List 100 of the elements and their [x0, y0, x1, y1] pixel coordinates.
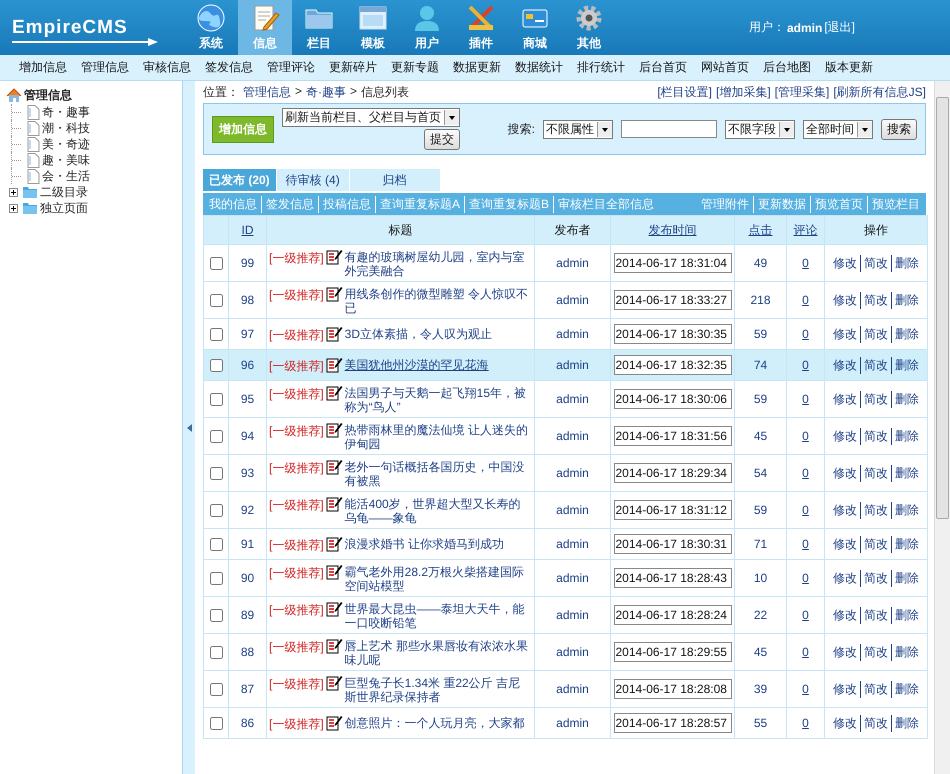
edit-document-icon[interactable]: [326, 285, 343, 302]
comments-link[interactable]: 0: [802, 571, 809, 585]
row-action-link[interactable]: 简改: [860, 464, 891, 482]
row-checkbox[interactable]: [210, 646, 223, 658]
row-action-link[interactable]: 删除: [891, 714, 922, 732]
nav-link[interactable]: 后台首页: [632, 59, 694, 76]
attribute-select[interactable]: 不限属性: [543, 120, 613, 138]
menu-tab[interactable]: 用户: [400, 0, 454, 55]
menu-tab[interactable]: 商城: [508, 0, 562, 55]
article-title-link[interactable]: 用线条创作的微型雕塑 令人惊叹不已: [344, 285, 532, 315]
comments-link[interactable]: 0: [802, 682, 809, 696]
edit-document-icon[interactable]: [326, 458, 343, 475]
row-action-link[interactable]: 删除: [891, 464, 922, 482]
comments-link[interactable]: 0: [802, 392, 809, 406]
comments-link[interactable]: 0: [802, 256, 809, 270]
edit-document-icon[interactable]: [326, 356, 343, 372]
edit-document-icon[interactable]: [326, 248, 343, 265]
row-action-link[interactable]: 删除: [891, 292, 922, 308]
nav-link[interactable]: 版本更新: [818, 59, 880, 76]
article-title-link[interactable]: 热带雨林里的魔法仙境 让人迷失的伊甸园: [344, 421, 532, 451]
row-checkbox[interactable]: [210, 466, 223, 480]
row-action-link[interactable]: 修改: [830, 502, 860, 518]
edit-document-icon[interactable]: [326, 421, 343, 438]
row-action-link[interactable]: 删除: [891, 502, 922, 518]
tree-item[interactable]: 美・奇迹: [42, 136, 90, 152]
comments-link[interactable]: 0: [802, 503, 809, 517]
row-action-link[interactable]: 简改: [860, 570, 891, 586]
scrollbar[interactable]: [934, 81, 950, 774]
edit-document-icon[interactable]: [326, 600, 343, 617]
row-action-link[interactable]: 简改: [860, 428, 891, 444]
menu-tab[interactable]: 栏目: [292, 0, 346, 55]
tree-item[interactable]: 二级目录: [40, 184, 88, 200]
edit-document-icon[interactable]: [326, 637, 343, 654]
edit-document-icon[interactable]: [326, 534, 343, 552]
tree-item[interactable]: 趣・美味: [42, 152, 90, 168]
nav-link[interactable]: 管理信息: [74, 59, 136, 76]
menu-tab[interactable]: 其他: [562, 0, 616, 55]
time-field[interactable]: 2014-06-17 18:28:24: [614, 605, 732, 625]
row-checkbox[interactable]: [210, 358, 223, 372]
row-action-link[interactable]: 简改: [860, 644, 891, 660]
breadcrumb-link[interactable]: 管理信息: [243, 84, 291, 100]
time-field[interactable]: 2014-06-17 18:28:08: [614, 679, 732, 699]
nav-link[interactable]: 排行统计: [570, 59, 632, 76]
row-action-link[interactable]: 删除: [891, 536, 922, 552]
row-action-link[interactable]: 修改: [830, 356, 860, 374]
nav-link[interactable]: 更新碎片: [322, 59, 384, 76]
submit-button[interactable]: 提交: [424, 129, 460, 150]
comments-link[interactable]: 0: [802, 466, 809, 480]
row-checkbox[interactable]: [210, 716, 223, 730]
time-field[interactable]: 2014-06-17 18:32:35: [614, 355, 732, 375]
row-action-link[interactable]: 修改: [830, 606, 860, 624]
row-action-link[interactable]: 删除: [891, 644, 922, 660]
comments-link[interactable]: 0: [802, 608, 809, 622]
quick-link[interactable]: [刷新所有信息JS]: [833, 84, 926, 100]
breadcrumb-link[interactable]: 奇·趣事: [306, 84, 346, 100]
row-action-link[interactable]: 简改: [860, 502, 891, 518]
article-title-link[interactable]: 有趣的玻璃树屋幼儿园，室内与室外完美融合: [344, 248, 532, 278]
edit-document-icon[interactable]: [326, 563, 343, 580]
row-action-link[interactable]: 修改: [830, 254, 860, 272]
row-action-link[interactable]: 删除: [891, 606, 922, 624]
time-field[interactable]: 2014-06-17 18:33:27: [614, 290, 732, 310]
edit-document-icon[interactable]: [326, 324, 343, 342]
row-checkbox[interactable]: [210, 608, 223, 622]
comments-link[interactable]: 0: [802, 537, 809, 551]
row-action-link[interactable]: 简改: [860, 326, 891, 342]
expand-icon[interactable]: [8, 188, 18, 196]
field-select[interactable]: 不限字段: [725, 120, 795, 138]
row-action-link[interactable]: 简改: [860, 536, 891, 552]
row-checkbox[interactable]: [210, 294, 223, 306]
column-sort-link[interactable]: ID: [242, 223, 254, 237]
row-action-link[interactable]: 修改: [830, 644, 860, 660]
time-field[interactable]: 2014-06-17 18:28:57: [614, 713, 732, 733]
article-title-link[interactable]: 能活400岁，世界超大型又长寿的乌龟——象龟: [344, 495, 532, 525]
logout-link[interactable]: [退出]: [824, 19, 855, 36]
row-action-link[interactable]: 删除: [891, 356, 922, 374]
tree-item[interactable]: 潮・科技: [42, 120, 90, 136]
time-field[interactable]: 2014-06-17 18:31:56: [614, 426, 732, 446]
tree-item[interactable]: 奇・趣事: [42, 104, 90, 120]
row-action-link[interactable]: 修改: [830, 714, 860, 732]
row-action-link[interactable]: 修改: [830, 464, 860, 482]
row-action-link[interactable]: 删除: [891, 390, 922, 408]
comments-link[interactable]: 0: [802, 716, 809, 730]
edit-document-icon[interactable]: [326, 495, 343, 512]
row-checkbox[interactable]: [210, 430, 223, 442]
nav-link[interactable]: 签发信息: [198, 59, 260, 76]
nav-link[interactable]: 更新专题: [384, 59, 446, 76]
comments-link[interactable]: 0: [802, 645, 809, 659]
row-action-link[interactable]: 修改: [830, 390, 860, 408]
time-field[interactable]: 2014-06-17 18:30:06: [614, 389, 732, 409]
menu-tab[interactable]: 插件: [454, 0, 508, 55]
row-action-link[interactable]: 删除: [891, 326, 922, 342]
row-action-link[interactable]: 简改: [860, 390, 891, 408]
article-title-link[interactable]: 美国犹他州沙漠的罕见花海: [344, 356, 532, 372]
time-field[interactable]: 2014-06-17 18:29:34: [614, 463, 732, 483]
row-action-link[interactable]: 简改: [860, 714, 891, 732]
time-field[interactable]: 2014-06-17 18:28:43: [614, 568, 732, 588]
tree-item[interactable]: 独立页面: [40, 200, 88, 216]
menu-tab[interactable]: 系统: [184, 0, 238, 55]
time-field[interactable]: 2014-06-17 18:30:35: [614, 324, 732, 344]
list-tab[interactable]: 待审核 (4): [276, 169, 349, 191]
